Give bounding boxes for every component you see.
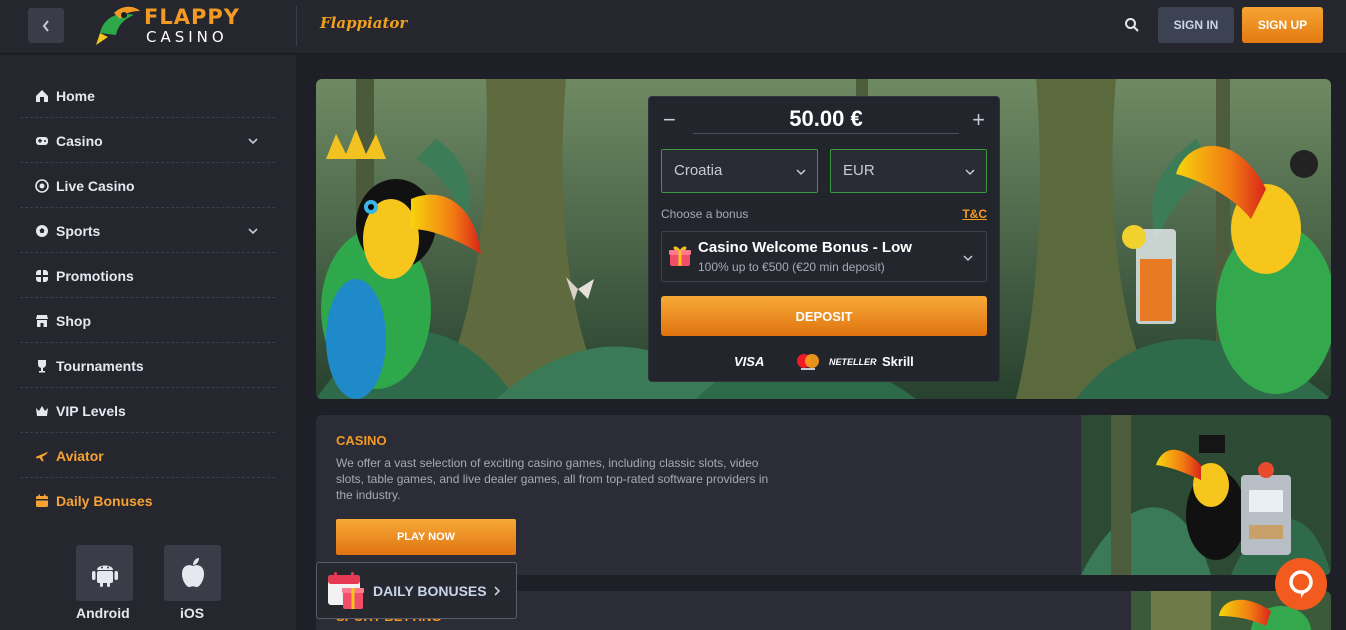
chevron-down-icon[interactable] (247, 135, 259, 147)
chat-icon (1289, 570, 1313, 598)
live-casino-icon (35, 178, 49, 193)
daily-bonuses-widget[interactable]: DAILY BONUSES (316, 562, 517, 619)
play-now-button[interactable]: PLAY NOW (336, 519, 516, 555)
casino-section: CASINO We offer a vast selection of exci… (316, 415, 1331, 575)
section-description: We offer a vast selection of exciting ca… (336, 456, 769, 502)
bonus-title: Casino Welcome Bonus - Low (698, 239, 912, 256)
sidebar: Home Casino Live Casino Sports Promotion… (0, 55, 296, 630)
sidebar-item-sports[interactable]: Sports (20, 209, 275, 253)
ios-label: iOS (180, 605, 205, 621)
android-icon (91, 565, 118, 587)
sidebar-item-vip-levels[interactable]: VIP Levels (20, 389, 275, 433)
choose-bonus-label: Choose a bonus (661, 207, 749, 221)
sidebar-item-casino[interactable]: Casino (20, 119, 275, 163)
sidebar-item-tournaments[interactable]: Tournaments (20, 344, 275, 388)
sidebar-item-daily-bonuses[interactable]: Daily Bonuses (20, 479, 275, 523)
back-button[interactable] (28, 8, 64, 43)
sidebar-item-label: Aviator (56, 447, 104, 464)
crown-icon (35, 404, 49, 418)
sidebar-item-promotions[interactable]: Promotions (20, 254, 275, 298)
sidebar-item-aviator[interactable]: Aviator (20, 434, 275, 478)
chevron-right-icon (494, 586, 501, 596)
chevron-down-icon[interactable] (247, 225, 259, 237)
chevron-down-icon (965, 169, 975, 176)
bonus-select[interactable]: Casino Welcome Bonus - Low 100% up to €5… (661, 231, 987, 282)
neteller-logo: NETELLER (829, 357, 877, 367)
chevron-down-icon (796, 169, 806, 176)
android-app-button[interactable] (76, 545, 133, 601)
sidebar-item-label: Live Casino (56, 177, 135, 194)
decrease-amount-button[interactable]: − (663, 107, 679, 132)
sidebar-item-label: Shop (56, 312, 91, 329)
site-logo[interactable]: FLAPPY CASINO (94, 3, 244, 47)
soccer-ball-icon (35, 224, 49, 238)
sidebar-item-label: Sports (56, 222, 101, 239)
sidebar-item-label: Home (56, 87, 95, 104)
quick-deposit-panel: − 50.00 € + Croatia EUR Choose a bonus T… (648, 96, 1000, 382)
plane-icon (35, 449, 49, 463)
apple-icon (181, 558, 204, 588)
deposit-amount-input[interactable]: 50.00 € (693, 106, 959, 134)
android-label: Android (76, 605, 130, 621)
ios-app-button[interactable] (164, 545, 221, 601)
chevron-down-icon (963, 255, 973, 262)
visa-logo: VISA (734, 354, 765, 369)
calendar-icon (35, 494, 49, 508)
terms-link[interactable]: T&C (962, 207, 987, 221)
gift-icon (669, 246, 691, 266)
daily-bonuses-label: DAILY BONUSES (373, 583, 487, 599)
chevron-left-icon (42, 19, 49, 32)
sidebar-item-home[interactable]: Home (20, 74, 275, 118)
search-icon[interactable] (1124, 17, 1140, 33)
live-chat-button[interactable] (1275, 558, 1327, 610)
flappiator-logo[interactable]: Flappiator (320, 14, 407, 32)
sidebar-item-live-casino[interactable]: Live Casino (20, 164, 275, 208)
mastercard-icon (797, 354, 819, 370)
logo-subtitle: CASINO (146, 28, 228, 46)
calendar-gift-icon (328, 572, 364, 609)
header-divider (296, 6, 297, 46)
sidebar-item-label: Casino (56, 132, 103, 149)
sign-in-button[interactable]: SIGN IN (1158, 7, 1234, 43)
sidebar-item-label: Daily Bonuses (56, 493, 153, 509)
logo-title: FLAPPY (144, 5, 240, 29)
country-select[interactable]: Croatia (661, 149, 818, 193)
parrot-logo-icon (96, 6, 140, 45)
toucan-slot-machine-illustration (1081, 415, 1331, 575)
currency-select[interactable]: EUR (830, 149, 987, 193)
promotions-icon (35, 269, 49, 283)
skrill-logo: Skrill (882, 354, 914, 369)
sign-up-button[interactable]: SIGN UP (1242, 7, 1323, 43)
country-value: Croatia (674, 162, 723, 179)
bonus-description: 100% up to €500 (€20 min deposit) (698, 260, 885, 274)
sidebar-item-label: Promotions (56, 267, 134, 284)
section-title: CASINO (336, 433, 387, 448)
payment-methods: VISA NETELLER Skrill (729, 352, 929, 372)
increase-amount-button[interactable]: + (969, 107, 985, 132)
sidebar-item-label: Tournaments (56, 357, 144, 374)
gamepad-icon (35, 134, 49, 148)
home-icon (35, 89, 49, 103)
sidebar-item-shop[interactable]: Shop (20, 299, 275, 343)
currency-value: EUR (843, 162, 875, 179)
deposit-button[interactable]: DEPOSIT (661, 296, 987, 336)
sidebar-item-label: VIP Levels (56, 402, 126, 419)
top-header: FLAPPY CASINO Flappiator SIGN IN SIGN UP (0, 0, 1346, 54)
shop-icon (35, 314, 49, 328)
trophy-icon (35, 359, 49, 373)
